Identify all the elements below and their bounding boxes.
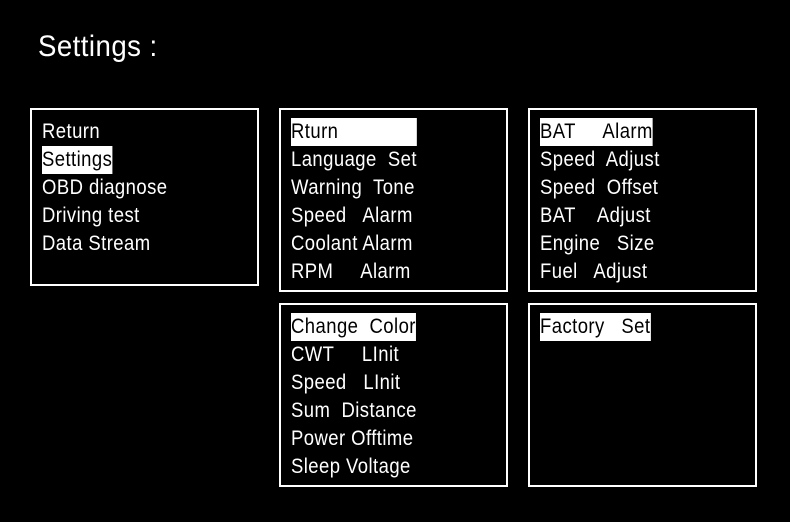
menu-item-cwt-linit[interactable]: CWT LInit <box>291 341 471 369</box>
main-menu-panel: Return Settings OBD diagnose Driving tes… <box>30 108 259 286</box>
menu-item-speed-adjust[interactable]: Speed Adjust <box>540 146 720 174</box>
menu-item-obd-diagnose[interactable]: OBD diagnose <box>42 174 222 202</box>
menu-item-coolant-alarm[interactable]: Coolant Alarm <box>291 230 471 258</box>
page-title: Settings : <box>38 30 158 64</box>
menu-item-driving-test[interactable]: Driving test <box>42 202 222 230</box>
menu-item-speed-alarm[interactable]: Speed Alarm <box>291 202 471 230</box>
menu-item-speed-linit[interactable]: Speed LInit <box>291 369 471 397</box>
menu-item-engine-size[interactable]: Engine Size <box>540 230 720 258</box>
menu-item-sleep-voltage[interactable]: Sleep Voltage <box>291 453 471 481</box>
menu-item-settings[interactable]: Settings <box>42 146 112 174</box>
settings-panel-1: Rturn Language Set Warning Tone Speed Al… <box>279 108 508 292</box>
menu-item-return[interactable]: Return <box>42 118 222 146</box>
menu-item-bat-alarm[interactable]: BAT Alarm <box>540 118 653 146</box>
menu-item-language-set[interactable]: Language Set <box>291 146 471 174</box>
menu-item-bat-adjust[interactable]: BAT Adjust <box>540 202 720 230</box>
menu-item-sum-distance[interactable]: Sum Distance <box>291 397 471 425</box>
menu-item-speed-offset[interactable]: Speed Offset <box>540 174 720 202</box>
settings-panel-3: Change Color CWT LInit Speed LInit Sum D… <box>279 303 508 487</box>
menu-item-factory-set[interactable]: Factory Set <box>540 313 650 341</box>
menu-item-warning-tone[interactable]: Warning Tone <box>291 174 471 202</box>
settings-panel-2: BAT Alarm Speed Adjust Speed Offset BAT … <box>528 108 757 292</box>
settings-panel-4: Factory Set <box>528 303 757 487</box>
menu-item-rturn[interactable]: Rturn <box>291 118 416 146</box>
menu-item-data-stream[interactable]: Data Stream <box>42 230 222 258</box>
menu-item-rpm-alarm[interactable]: RPM Alarm <box>291 258 471 286</box>
menu-item-change-color[interactable]: Change Color <box>291 313 416 341</box>
menu-item-power-offtime[interactable]: Power Offtime <box>291 425 471 453</box>
menu-item-fuel-adjust[interactable]: Fuel Adjust <box>540 258 720 286</box>
